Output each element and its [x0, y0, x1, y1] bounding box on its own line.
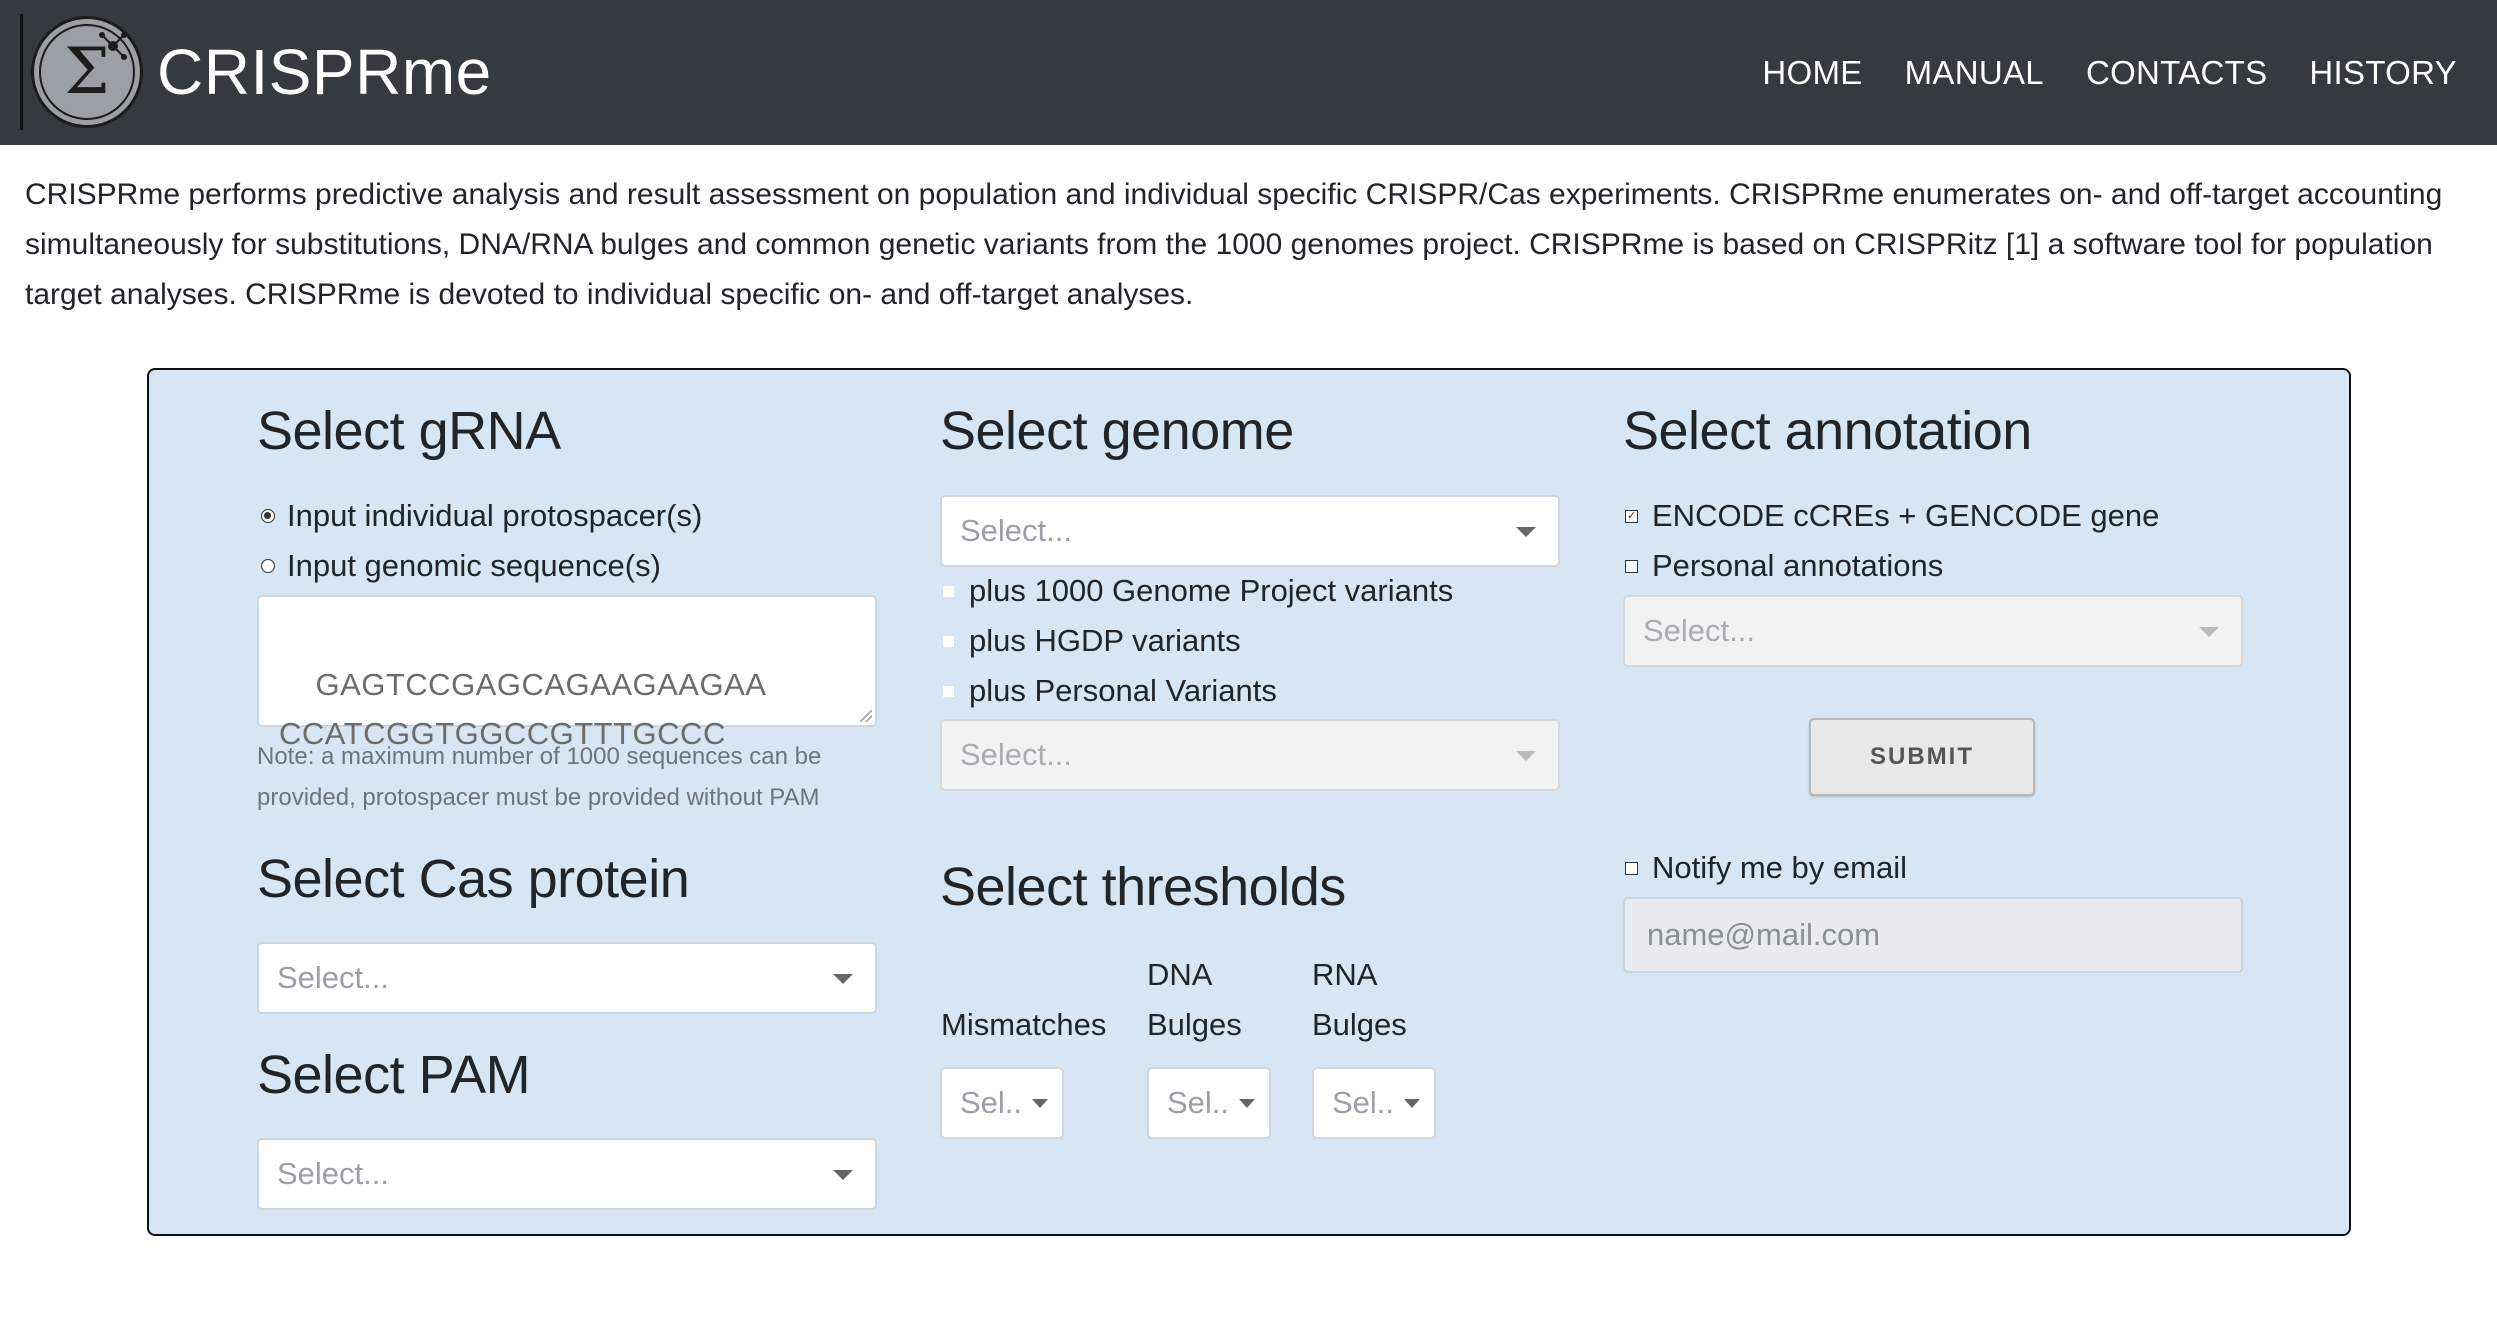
pam-select[interactable]: Select...	[257, 1138, 877, 1210]
personal-annotations-select[interactable]: Select...	[1623, 595, 2243, 667]
radio-selected-icon[interactable]	[261, 509, 275, 523]
dna-bulges-label-line1: DNA	[1147, 957, 1213, 992]
checkbox-checked-icon[interactable]: ✓	[1625, 509, 1638, 523]
annotation-heading: Select annotation	[1623, 401, 2032, 461]
mismatches-select-placeholder: Sel..	[960, 1085, 1023, 1120]
cas-select-placeholder: Select...	[277, 960, 389, 995]
personal-variants-select[interactable]: Select...	[940, 719, 1560, 791]
grna-note: Note: a maximum number of 1000 sequences…	[257, 743, 822, 811]
thresholds-heading: Select thresholds	[940, 857, 1346, 917]
notify-email-label: Notify me by email	[1652, 850, 1907, 885]
mismatches-select[interactable]: Sel..	[940, 1067, 1064, 1139]
nav-contacts[interactable]: CONTACTS	[2086, 54, 2267, 92]
check-personal-variants-label: plus Personal Variants	[969, 673, 1277, 708]
rna-bulges-select-placeholder: Sel..	[1332, 1085, 1395, 1120]
checkbox-icon[interactable]	[1625, 559, 1638, 573]
check-encode[interactable]: ✓ ENCODE cCREs + GENCODE gene	[1625, 498, 2159, 534]
personal-annotations-placeholder: Select...	[1643, 613, 1755, 648]
dna-bulges-select-placeholder: Sel..	[1167, 1085, 1230, 1120]
dna-bulges-select[interactable]: Sel..	[1147, 1067, 1271, 1139]
cas-heading: Select Cas protein	[257, 849, 690, 909]
brand[interactable]: Σ CRISPRme	[20, 8, 492, 136]
email-field-placeholder: name@mail.com	[1647, 917, 1881, 952]
check-personal-variants[interactable]: plus Personal Variants	[942, 673, 1277, 709]
brand-divider	[20, 14, 23, 130]
cas-select[interactable]: Select...	[257, 942, 877, 1014]
mismatches-label: Mismatches	[941, 1007, 1107, 1042]
nav-home[interactable]: HOME	[1762, 54, 1862, 92]
pam-heading: Select PAM	[257, 1045, 531, 1105]
email-field[interactable]: name@mail.com	[1623, 897, 2243, 973]
nav-history[interactable]: HISTORY	[2309, 54, 2457, 92]
intro-text: CRISPRme performs predictive analysis an…	[25, 178, 2443, 311]
chevron-down-icon	[1032, 1099, 1048, 1108]
checkbox-icon[interactable]	[1625, 861, 1638, 875]
submit-button[interactable]: SUBMIT	[1809, 718, 2035, 796]
check-hgdp-label: plus HGDP variants	[969, 623, 1241, 658]
dna-bulges-label-line2: Bulges	[1147, 1007, 1242, 1042]
grna-heading: Select gRNA	[257, 401, 561, 461]
chevron-down-icon	[1516, 751, 1536, 761]
chevron-down-icon	[833, 974, 853, 984]
personal-variants-placeholder: Select...	[960, 737, 1072, 772]
genome-select-placeholder: Select...	[960, 513, 1072, 548]
chevron-down-icon	[2199, 627, 2219, 637]
query-panel: Select gRNA Input individual protospacer…	[147, 368, 2351, 1236]
chevron-down-icon	[833, 1170, 853, 1180]
genome-select[interactable]: Select...	[940, 495, 1560, 567]
resize-grip-icon[interactable]	[860, 710, 872, 722]
radio-genomic[interactable]: Input genomic sequence(s)	[261, 548, 661, 584]
nav-links: HOME MANUAL CONTACTS HISTORY	[1720, 0, 2457, 145]
rna-bulges-select[interactable]: Sel..	[1312, 1067, 1436, 1139]
checkbox-icon[interactable]	[942, 634, 955, 648]
radio-protospacer-label: Input individual protospacer(s)	[287, 498, 703, 533]
check-personal-annotations-label: Personal annotations	[1652, 548, 1944, 583]
crisprme-logo-icon: Σ	[31, 16, 143, 128]
radio-protospacer[interactable]: Input individual protospacer(s)	[261, 498, 702, 534]
genome-heading: Select genome	[940, 401, 1294, 461]
check-1000genomes-label: plus 1000 Genome Project variants	[969, 573, 1454, 608]
checkbox-icon[interactable]	[942, 684, 955, 698]
grna-sequence-textarea[interactable]: GAGTCCGAGCAGAAGAAGAA CCATCGGTGGCCGTTTGCC…	[257, 595, 877, 751]
radio-unselected-icon[interactable]	[261, 559, 275, 573]
check-1000genomes[interactable]: plus 1000 Genome Project variants	[942, 573, 1453, 609]
navbar: Σ CRISPRme HOME MANUAL CONTACTS HISTORY	[0, 0, 2497, 145]
chevron-down-icon	[1516, 527, 1536, 537]
check-encode-label: ENCODE cCREs + GENCODE gene	[1652, 498, 2160, 533]
check-notify-email[interactable]: Notify me by email	[1625, 850, 1907, 886]
nav-manual[interactable]: MANUAL	[1905, 54, 2044, 92]
rna-bulges-label-line2: Bulges	[1312, 1007, 1407, 1042]
app-title[interactable]: CRISPRme	[157, 35, 492, 109]
pam-select-placeholder: Select...	[277, 1156, 389, 1191]
radio-genomic-label: Input genomic sequence(s)	[287, 548, 661, 583]
check-personal-annotations[interactable]: Personal annotations	[1625, 548, 1943, 584]
checkbox-icon[interactable]	[942, 584, 955, 598]
chevron-down-icon	[1404, 1099, 1420, 1108]
rna-bulges-label-line1: RNA	[1312, 957, 1378, 992]
check-hgdp[interactable]: plus HGDP variants	[942, 623, 1241, 659]
chevron-down-icon	[1239, 1099, 1255, 1108]
